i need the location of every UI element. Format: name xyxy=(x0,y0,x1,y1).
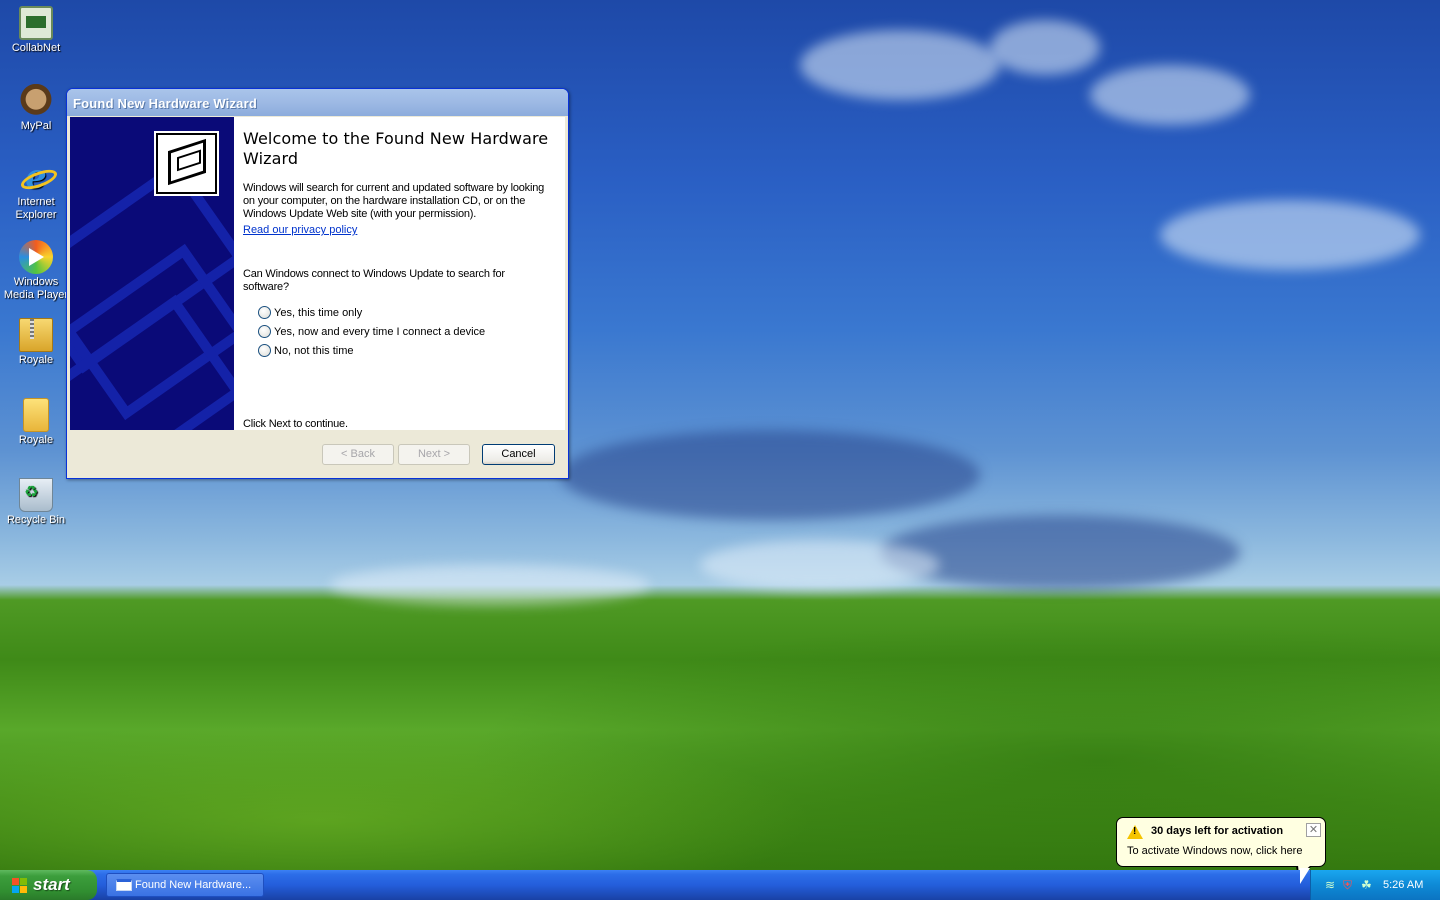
clock[interactable]: 5:26 AM xyxy=(1383,879,1423,891)
window-icon xyxy=(116,879,132,891)
collabnet-icon xyxy=(19,6,53,40)
taskbar: start Found New Hardware... ≋ ⛨ ☘ 5:26 A… xyxy=(0,870,1440,900)
cloud xyxy=(990,20,1100,75)
start-label: start xyxy=(33,875,70,894)
close-icon[interactable]: ✕ xyxy=(1306,823,1321,837)
balloon-title: 30 days left for activation xyxy=(1151,825,1284,837)
found-new-hardware-wizard-window: Found New Hardware Wizard Welcome to the… xyxy=(66,88,569,479)
wizard-heading: Welcome to the Found New Hardware Wizard xyxy=(243,129,549,168)
continue-instruction: Click Next to continue. xyxy=(243,418,348,430)
cloud xyxy=(880,515,1240,590)
privacy-policy-link[interactable]: Read our privacy policy xyxy=(243,224,553,236)
desktop-icon-windows-media-player[interactable]: Windows Media Player xyxy=(2,240,70,302)
recycle-bin-icon xyxy=(19,478,53,512)
cloud xyxy=(800,30,1000,100)
desktop-icon-royale-folder[interactable]: Royale xyxy=(2,398,70,447)
cloud xyxy=(700,540,940,590)
desktop-icon-label: Internet Explorer xyxy=(15,196,57,221)
desktop-icon-collabnet[interactable]: CollabNet xyxy=(2,6,70,55)
network-icon[interactable]: ≋ xyxy=(1325,879,1338,892)
system-tray: ≋ ⛨ ☘ 5:26 AM xyxy=(1310,870,1440,900)
radio-button[interactable] xyxy=(258,344,271,357)
windows-logo-icon xyxy=(12,878,27,893)
radio-option-not-this-time[interactable]: No, not this time xyxy=(258,344,553,357)
balloon-text[interactable]: To activate Windows now, click here xyxy=(1127,845,1302,857)
taskbar-item-label: Found New Hardware... xyxy=(135,879,252,891)
desktop-icon-label: Royale xyxy=(18,434,54,446)
desktop-icon-label: Windows Media Player xyxy=(3,276,69,301)
radio-label: No, not this time xyxy=(274,344,354,357)
zip-folder-icon xyxy=(19,318,53,352)
hardware-icon xyxy=(154,131,219,196)
radio-label: Yes, this time only xyxy=(274,306,363,319)
warning-icon xyxy=(1127,825,1143,839)
start-button[interactable]: start xyxy=(0,870,97,900)
desktop-icon-internet-explorer[interactable]: e Internet Explorer xyxy=(2,160,70,222)
wizard-content: Welcome to the Found New Hardware Wizard… xyxy=(243,129,553,430)
radio-button[interactable] xyxy=(258,325,271,338)
security-shield-icon[interactable]: ⛨ xyxy=(1343,879,1356,892)
cloud xyxy=(330,565,650,605)
folder-icon xyxy=(23,398,49,432)
internet-explorer-icon: e xyxy=(19,160,53,194)
taskbar-item-hardware-wizard[interactable]: Found New Hardware... xyxy=(106,873,264,897)
cloud xyxy=(560,430,980,520)
mypal-browser-icon xyxy=(19,84,53,118)
radio-option-every-time[interactable]: Yes, now and every time I connect a devi… xyxy=(258,325,553,338)
radio-option-this-time-only[interactable]: Yes, this time only xyxy=(258,306,553,319)
wizard-side-banner xyxy=(70,117,234,430)
cancel-button[interactable]: Cancel xyxy=(482,444,555,465)
radio-label: Yes, now and every time I connect a devi… xyxy=(274,325,486,338)
windows-media-player-icon xyxy=(19,240,53,274)
desktop-icon-label: MyPal xyxy=(20,120,52,132)
desktop-icon-label: CollabNet xyxy=(11,42,61,54)
window-title[interactable]: Found New Hardware Wizard xyxy=(67,89,568,116)
back-button[interactable]: < Back xyxy=(322,444,394,465)
wizard-question: Can Windows connect to Windows Update to… xyxy=(243,268,505,293)
cloud xyxy=(1090,65,1250,125)
antivirus-icon[interactable]: ☘ xyxy=(1361,879,1374,892)
wizard-description: Windows will search for current and upda… xyxy=(243,182,545,220)
desktop-icon-mypal[interactable]: MyPal xyxy=(2,84,70,133)
desktop-icon-label: Royale xyxy=(18,354,54,366)
desktop-icon-royale-zip[interactable]: Royale xyxy=(2,318,70,367)
cloud xyxy=(1160,200,1420,270)
desktop-icon-recycle-bin[interactable]: Recycle Bin xyxy=(2,478,70,527)
radio-button[interactable] xyxy=(258,306,271,319)
next-button[interactable]: Next > xyxy=(398,444,470,465)
desktop-icon-label: Recycle Bin xyxy=(6,514,66,526)
wizard-body: Welcome to the Found New Hardware Wizard… xyxy=(70,117,565,430)
activation-balloon[interactable]: 30 days left for activation To activate … xyxy=(1116,817,1326,867)
mouse-cursor xyxy=(1300,868,1310,884)
